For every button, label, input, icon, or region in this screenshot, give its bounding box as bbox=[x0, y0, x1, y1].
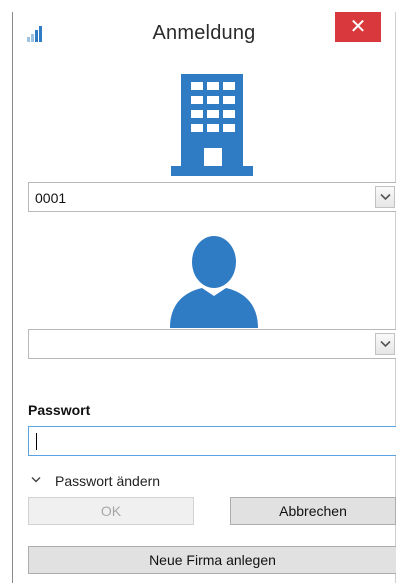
ok-button[interactable]: OK bbox=[28, 497, 194, 525]
chevron-down-icon bbox=[380, 340, 391, 348]
title-bar: Anmeldung ✕ bbox=[13, 12, 395, 52]
company-select-value: 0001 bbox=[35, 190, 67, 206]
building-icon bbox=[171, 74, 253, 176]
company-dropdown-button[interactable] bbox=[375, 186, 395, 208]
password-input[interactable] bbox=[28, 426, 396, 456]
chevron-down-icon bbox=[380, 193, 391, 201]
company-select[interactable]: 0001 bbox=[28, 182, 396, 212]
text-caret bbox=[36, 433, 37, 450]
cancel-button[interactable]: Abbrechen bbox=[230, 497, 396, 525]
close-icon: ✕ bbox=[349, 16, 367, 38]
close-button[interactable]: ✕ bbox=[335, 12, 381, 42]
person-icon bbox=[170, 236, 258, 328]
login-window: Anmeldung ✕ 0001 Passwort Passwort änder… bbox=[12, 12, 396, 583]
password-label: Passwort bbox=[28, 402, 91, 418]
chevron-down-icon bbox=[31, 477, 41, 483]
change-password-label: Passwort ändern bbox=[55, 473, 161, 489]
new-company-button[interactable]: Neue Firma anlegen bbox=[28, 546, 396, 574]
user-select[interactable] bbox=[28, 329, 396, 359]
user-dropdown-button[interactable] bbox=[375, 333, 395, 355]
